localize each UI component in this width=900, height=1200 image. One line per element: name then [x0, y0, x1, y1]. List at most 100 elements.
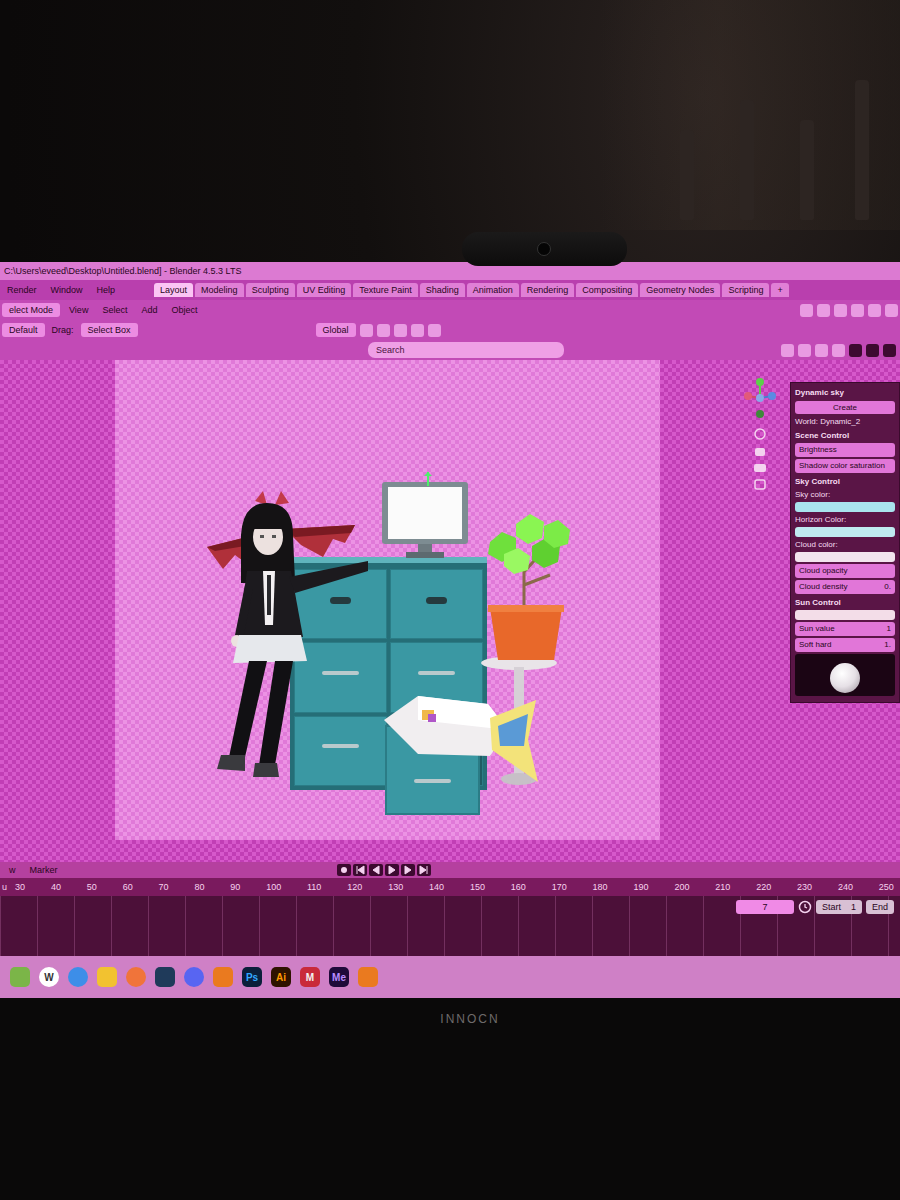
app-icon[interactable] — [68, 967, 88, 987]
app-icon[interactable] — [126, 967, 146, 987]
app-icon[interactable]: W — [39, 967, 59, 987]
app-icon[interactable] — [97, 967, 117, 987]
section-heading[interactable]: Sun Control — [795, 596, 895, 608]
3d-viewport[interactable]: Dynamic skyCreateWorld: Dynamic_2Scene C… — [0, 360, 900, 862]
webcam-icon — [462, 232, 627, 266]
workspace-tab[interactable]: Sculpting — [246, 283, 295, 297]
workspace-tab[interactable]: Scripting — [722, 283, 769, 297]
tool-icon[interactable] — [394, 324, 407, 337]
timeline-menu[interactable]: Marker — [25, 863, 63, 877]
sphere-icon — [830, 663, 860, 693]
tool-icon[interactable] — [832, 344, 845, 357]
app-icon[interactable] — [358, 967, 378, 987]
value-field[interactable]: Sun value1 — [795, 622, 895, 636]
tool-icon[interactable] — [851, 304, 864, 317]
color-swatch[interactable] — [795, 502, 895, 512]
value-field[interactable]: Shadow color saturation — [795, 459, 895, 473]
workspace-tab[interactable]: Compositing — [576, 283, 638, 297]
value-field[interactable]: Cloud opacity — [795, 564, 895, 578]
monitor: C:\Users\eveed\Desktop\Untitled.blend] -… — [0, 262, 900, 1200]
current-frame-field[interactable]: 7 — [736, 900, 794, 914]
tool-icon[interactable] — [817, 304, 830, 317]
app-icon[interactable] — [213, 967, 233, 987]
menu-item[interactable]: Window — [46, 283, 88, 297]
panel-title[interactable]: Dynamic sky — [795, 386, 895, 399]
tool-icon[interactable] — [377, 324, 390, 337]
app-icon[interactable]: Ai — [271, 967, 291, 987]
view-menu-item[interactable]: Select — [97, 303, 132, 317]
value-field[interactable]: Soft hard1. — [795, 638, 895, 652]
view-menu-item[interactable]: View — [64, 303, 93, 317]
workspace-tab[interactable]: UV Editing — [297, 283, 352, 297]
brand-logo: INNOCN — [400, 1012, 499, 1200]
play-reverse-icon[interactable] — [369, 864, 383, 876]
tool-icon[interactable] — [428, 324, 441, 337]
app-icon[interactable]: Me — [329, 967, 349, 987]
drag-select[interactable]: Select Box — [81, 323, 138, 337]
tool-icon[interactable] — [360, 324, 373, 337]
value-field[interactable]: Brightness — [795, 443, 895, 457]
tool-icon[interactable] — [866, 344, 879, 357]
jump-end-icon[interactable] — [417, 864, 431, 876]
workspace-tab[interactable]: + — [771, 283, 788, 297]
step-icon[interactable] — [401, 864, 415, 876]
workspace-tab[interactable]: Animation — [467, 283, 519, 297]
workspace-tab[interactable]: Rendering — [521, 283, 575, 297]
tool-icon[interactable] — [781, 344, 794, 357]
view-menu-item[interactable]: Add — [136, 303, 162, 317]
tool-icon[interactable] — [834, 304, 847, 317]
character-model[interactable] — [205, 485, 370, 780]
tool-icon[interactable] — [800, 304, 813, 317]
rocket-model[interactable] — [378, 690, 540, 790]
search-field[interactable] — [368, 342, 564, 358]
workspace-tab[interactable]: Geometry Nodes — [640, 283, 720, 297]
app-icon[interactable] — [184, 967, 204, 987]
play-icon[interactable] — [385, 864, 399, 876]
viewport-header — [0, 340, 900, 360]
clock-icon[interactable] — [798, 900, 812, 918]
color-swatch[interactable] — [795, 552, 895, 562]
mode-button[interactable]: elect Mode — [2, 303, 60, 317]
workspace-tab[interactable]: Modeling — [195, 283, 244, 297]
handle — [330, 597, 352, 604]
color-swatch[interactable] — [795, 610, 895, 620]
bottle — [680, 130, 694, 220]
tool-icon[interactable] — [798, 344, 811, 357]
tool-icon[interactable] — [815, 344, 828, 357]
workspace-tab[interactable]: Texture Paint — [353, 283, 418, 297]
section-heading[interactable]: Sky Control — [795, 475, 895, 487]
app-icon[interactable] — [155, 967, 175, 987]
plant-model[interactable] — [480, 510, 572, 662]
timeline-area[interactable]: 7 Start1 End — [0, 896, 900, 956]
orientation-button[interactable]: Default — [2, 323, 45, 337]
jump-start-icon[interactable] — [353, 864, 367, 876]
start-frame-field[interactable]: Start1 — [816, 900, 862, 914]
tool-icon[interactable] — [868, 304, 881, 317]
app-icon[interactable] — [10, 967, 30, 987]
menu-item[interactable]: Help — [92, 283, 121, 297]
record-icon[interactable] — [337, 864, 351, 876]
section-heading[interactable]: Scene Control — [795, 429, 895, 441]
value-field[interactable]: Cloud density0. — [795, 580, 895, 594]
tool-icon[interactable] — [883, 344, 896, 357]
navigation-gizmo-icon[interactable] — [738, 376, 782, 496]
transform-orientation[interactable]: Global — [316, 323, 356, 337]
app-icon[interactable]: Ps — [242, 967, 262, 987]
drawer — [294, 716, 387, 786]
tool-icon[interactable] — [885, 304, 898, 317]
workspace-tab[interactable]: Shading — [420, 283, 465, 297]
frame-tick: 100 — [266, 882, 281, 892]
create-button[interactable]: Create — [795, 401, 895, 414]
end-frame-field[interactable]: End — [866, 900, 894, 914]
view-menu-item[interactable]: Object — [166, 303, 202, 317]
timeline-ruler[interactable]: u304050607080901001101201301401501601701… — [0, 878, 900, 896]
computer-monitor-model[interactable] — [378, 472, 472, 562]
timeline-menu[interactable]: w — [4, 863, 21, 877]
menu-item[interactable]: Render — [2, 283, 42, 297]
frame-tick: 180 — [593, 882, 608, 892]
color-swatch[interactable] — [795, 527, 895, 537]
tool-icon[interactable] — [849, 344, 862, 357]
app-icon[interactable]: M — [300, 967, 320, 987]
tool-icon[interactable] — [411, 324, 424, 337]
workspace-tab[interactable]: Layout — [154, 283, 193, 297]
